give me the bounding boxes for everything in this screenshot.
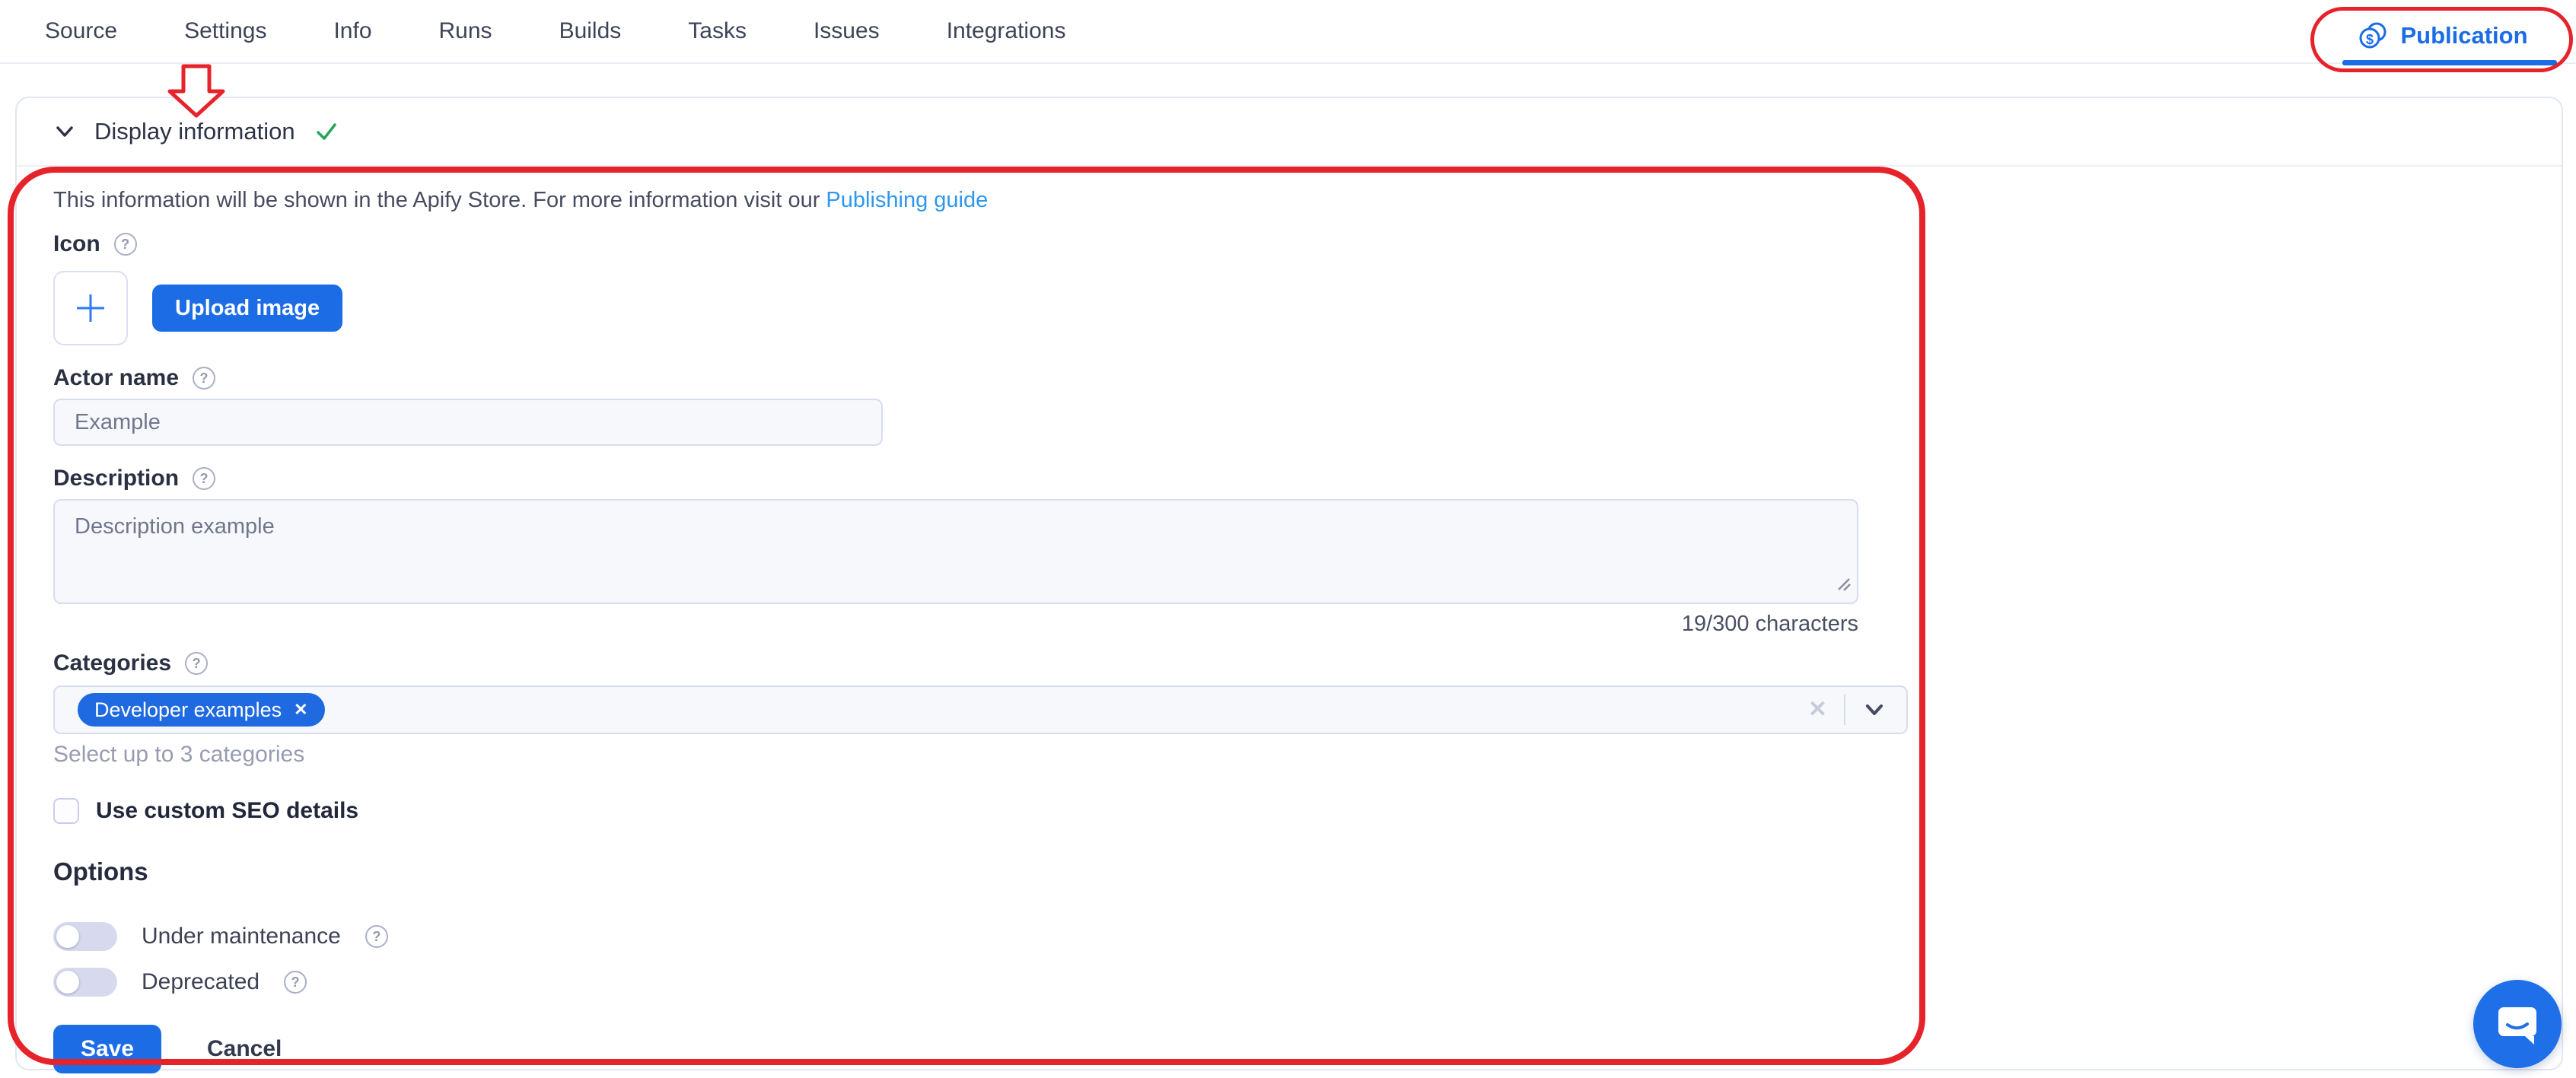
tab-runs[interactable]: Runs bbox=[439, 18, 492, 44]
actor-name-input[interactable] bbox=[53, 399, 883, 446]
tab-publication-label: Publication bbox=[2400, 22, 2527, 49]
top-nav: Source Settings Info Runs Builds Tasks I… bbox=[0, 0, 2576, 62]
display-information-panel: Display information This information wil… bbox=[15, 97, 2563, 1070]
clear-selection-icon[interactable]: ✕ bbox=[1808, 698, 1827, 721]
categories-label-row: Categories ? bbox=[53, 650, 2525, 676]
toggle-knob bbox=[56, 925, 79, 948]
categories-multiselect[interactable]: Developer examples ✕ ✕ bbox=[53, 685, 1908, 734]
tab-info[interactable]: Info bbox=[333, 18, 371, 44]
options-heading: Options bbox=[53, 857, 2525, 886]
tab-issues[interactable]: Issues bbox=[814, 18, 880, 44]
under-maintenance-label: Under maintenance bbox=[142, 924, 341, 949]
actions-row: Save Cancel bbox=[53, 1025, 2525, 1073]
save-button[interactable]: Save bbox=[53, 1025, 161, 1073]
publishing-guide-link[interactable]: Publishing guide bbox=[826, 188, 988, 212]
success-check-icon bbox=[314, 119, 339, 145]
category-tag: Developer examples ✕ bbox=[78, 693, 325, 727]
tab-tasks[interactable]: Tasks bbox=[688, 18, 747, 44]
chat-icon bbox=[2495, 1002, 2540, 1046]
category-tag-remove-icon[interactable]: ✕ bbox=[294, 701, 307, 718]
under-maintenance-help-icon[interactable]: ? bbox=[365, 925, 388, 948]
deprecated-row: Deprecated ? bbox=[53, 965, 2525, 999]
actor-name-label-row: Actor name ? bbox=[53, 365, 2525, 391]
deprecated-help-icon[interactable]: ? bbox=[284, 971, 307, 994]
character-counter: 19/300 characters bbox=[53, 612, 1858, 637]
description-textarea[interactable] bbox=[53, 499, 1858, 604]
icon-upload-dropzone[interactable] bbox=[53, 271, 128, 345]
under-maintenance-row: Under maintenance ? bbox=[53, 920, 2525, 953]
category-tag-label: Developer examples bbox=[94, 698, 282, 722]
active-tab-indicator bbox=[2342, 60, 2557, 65]
section-header-display-information[interactable]: Display information bbox=[17, 98, 2562, 167]
deprecated-toggle[interactable] bbox=[53, 968, 117, 997]
select-controls: ✕ bbox=[1808, 695, 1906, 725]
seo-checkbox-label[interactable]: Use custom SEO details bbox=[96, 798, 358, 824]
svg-text:$: $ bbox=[2366, 32, 2374, 47]
categories-hint: Select up to 3 categories bbox=[53, 742, 2525, 768]
deprecated-label: Deprecated bbox=[142, 969, 260, 995]
icon-field-label-row: Icon ? bbox=[53, 231, 2525, 257]
display-information-form: This information will be shown in the Ap… bbox=[17, 167, 2562, 1073]
actor-name-label: Actor name bbox=[53, 365, 179, 391]
under-maintenance-toggle[interactable] bbox=[53, 922, 117, 951]
toggle-knob bbox=[56, 971, 79, 994]
coin-dollar-icon: $ bbox=[2358, 21, 2388, 51]
tab-builds[interactable]: Builds bbox=[559, 18, 622, 44]
chevron-down-icon[interactable] bbox=[53, 120, 76, 143]
actor-name-help-icon[interactable]: ? bbox=[193, 367, 215, 390]
upload-image-button[interactable]: Upload image bbox=[152, 285, 342, 332]
intro-text-span: This information will be shown in the Ap… bbox=[53, 188, 826, 212]
description-textarea-wrap bbox=[53, 499, 1858, 604]
description-label-row: Description ? bbox=[53, 466, 2525, 491]
description-help-icon[interactable]: ? bbox=[193, 467, 215, 490]
categories-help-icon[interactable]: ? bbox=[185, 652, 208, 675]
intro-text: This information will be shown in the Ap… bbox=[53, 188, 2525, 213]
tab-integrations[interactable]: Integrations bbox=[947, 18, 1066, 44]
icon-help-icon[interactable]: ? bbox=[114, 233, 137, 256]
chat-launcher-button[interactable] bbox=[2473, 980, 2562, 1068]
plus-icon bbox=[72, 290, 109, 326]
icon-upload-row: Upload image bbox=[53, 271, 2525, 345]
seo-checkbox[interactable] bbox=[53, 798, 79, 824]
tab-settings[interactable]: Settings bbox=[184, 18, 266, 44]
tab-source[interactable]: Source bbox=[45, 18, 117, 44]
select-chevron-down-icon[interactable] bbox=[1862, 698, 1887, 722]
nav-divider bbox=[0, 62, 2576, 64]
icon-field-label: Icon bbox=[53, 231, 100, 257]
select-divider bbox=[1844, 695, 1845, 725]
seo-checkbox-row[interactable]: Use custom SEO details bbox=[53, 798, 2525, 824]
section-title: Display information bbox=[94, 118, 295, 145]
tab-publication[interactable]: $ Publication bbox=[2329, 12, 2557, 59]
description-label: Description bbox=[53, 466, 179, 491]
cancel-button[interactable]: Cancel bbox=[207, 1036, 282, 1062]
categories-label: Categories bbox=[53, 650, 171, 676]
